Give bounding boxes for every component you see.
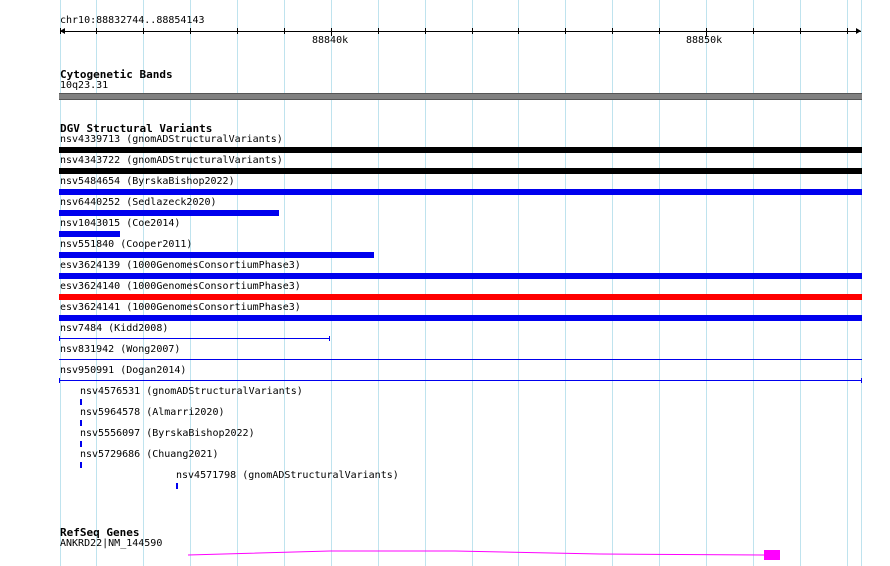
dgv-feature-bar[interactable] bbox=[59, 168, 862, 174]
grid-line bbox=[518, 0, 519, 566]
ruler-tick bbox=[96, 28, 97, 34]
ruler-right-arrow[interactable] bbox=[856, 28, 861, 34]
dgv-feature-bar[interactable] bbox=[59, 147, 862, 153]
dgv-feature-bar[interactable] bbox=[59, 359, 862, 360]
ruler-tick bbox=[800, 28, 801, 34]
dgv-feature-bar[interactable] bbox=[80, 441, 82, 447]
dgv-feature-bar[interactable] bbox=[59, 252, 374, 258]
grid-line bbox=[706, 0, 707, 566]
ruler-tick bbox=[753, 28, 754, 34]
dgv-feature-label: nsv4571798 (gnomADStructuralVariants) bbox=[176, 470, 399, 481]
dgv-feature-endcap bbox=[59, 336, 60, 341]
dgv-feature-label: nsv4339713 (gnomADStructuralVariants) bbox=[60, 134, 283, 145]
dgv-feature-label: nsv4343722 (gnomADStructuralVariants) bbox=[60, 155, 283, 166]
dgv-feature-bar[interactable] bbox=[59, 189, 862, 195]
dgv-feature-label: nsv4576531 (gnomADStructuralVariants) bbox=[80, 386, 303, 397]
dgv-feature-endcap bbox=[329, 336, 330, 341]
grid-line bbox=[565, 0, 566, 566]
dgv-feature-label: nsv5484654 (ByrskaBishop2022) bbox=[60, 176, 235, 187]
dgv-feature-label: nsv6440252 (Sedlazeck2020) bbox=[60, 197, 217, 208]
gene-label: ANKRD22|NM_144590 bbox=[60, 538, 163, 549]
ruler-tick bbox=[425, 28, 426, 34]
dgv-feature-bar[interactable] bbox=[59, 231, 120, 237]
dgv-feature-label: nsv5729686 (Chuang2021) bbox=[80, 449, 219, 460]
dgv-feature-bar[interactable] bbox=[59, 294, 862, 300]
grid-line bbox=[425, 0, 426, 566]
ruler-tick bbox=[847, 28, 848, 34]
dgv-feature-label: nsv5964578 (Almarri2020) bbox=[80, 407, 225, 418]
ruler-axis bbox=[60, 31, 861, 32]
ruler-tick bbox=[565, 28, 566, 34]
grid-line bbox=[659, 0, 660, 566]
dgv-feature-endcap bbox=[861, 378, 862, 383]
ruler-tick bbox=[612, 28, 613, 34]
grid-line bbox=[861, 0, 862, 566]
dgv-feature-label: esv3624139 (1000GenomesConsortiumPhase3) bbox=[60, 260, 301, 271]
dgv-feature-bar[interactable] bbox=[59, 210, 279, 216]
dgv-feature-bar[interactable] bbox=[59, 380, 862, 381]
ruler-tick-label: 88840k bbox=[312, 35, 349, 46]
ruler-tick-label: 88850k bbox=[686, 35, 723, 46]
grid-line bbox=[612, 0, 613, 566]
ruler-tick bbox=[659, 28, 660, 34]
grid-line bbox=[800, 0, 801, 566]
dgv-feature-bar[interactable] bbox=[59, 315, 862, 321]
dgv-feature-label: nsv7484 (Kidd2008) bbox=[60, 323, 169, 334]
dgv-feature-label: nsv831942 (Wong2007) bbox=[60, 344, 181, 355]
ruler-tick bbox=[518, 28, 519, 34]
ruler-tick bbox=[472, 28, 473, 34]
cytoband-label: 10q23.31 bbox=[60, 80, 109, 91]
dgv-feature-label: nsv5556097 (ByrskaBishop2022) bbox=[80, 428, 255, 439]
dgv-feature-bar[interactable] bbox=[59, 338, 330, 339]
grid-line bbox=[753, 0, 754, 566]
dgv-feature-bar[interactable] bbox=[80, 462, 82, 468]
ruler-tick bbox=[60, 28, 61, 34]
ruler-location: chr10:88832744..88854143 bbox=[60, 15, 205, 26]
grid-line bbox=[847, 0, 848, 566]
dgv-feature-label: nsv551840 (Cooper2011) bbox=[60, 239, 193, 250]
ruler-tick bbox=[237, 28, 238, 34]
gene-exon bbox=[764, 550, 780, 560]
dgv-feature-bar[interactable] bbox=[80, 399, 82, 405]
genome-browser-view: chr10:88832744..88854143 88840k 88850k C… bbox=[0, 0, 890, 566]
ruler-tick bbox=[378, 28, 379, 34]
dgv-feature-bar[interactable] bbox=[59, 273, 862, 279]
dgv-feature-bar[interactable] bbox=[80, 420, 82, 426]
grid-line bbox=[472, 0, 473, 566]
ruler-tick bbox=[190, 28, 191, 34]
dgv-feature-label: esv3624141 (1000GenomesConsortiumPhase3) bbox=[60, 302, 301, 313]
dgv-feature-bar[interactable] bbox=[176, 483, 178, 489]
ruler-tick bbox=[143, 28, 144, 34]
dgv-feature-label: nsv1043015 (Coe2014) bbox=[60, 218, 181, 229]
cytoband-bar[interactable] bbox=[59, 93, 862, 100]
dgv-feature-label: nsv950991 (Dogan2014) bbox=[60, 365, 187, 376]
dgv-feature-endcap bbox=[59, 378, 60, 383]
dgv-feature-label: esv3624140 (1000GenomesConsortiumPhase3) bbox=[60, 281, 301, 292]
gene-intron-line bbox=[187, 550, 765, 556]
ruler-tick bbox=[284, 28, 285, 34]
